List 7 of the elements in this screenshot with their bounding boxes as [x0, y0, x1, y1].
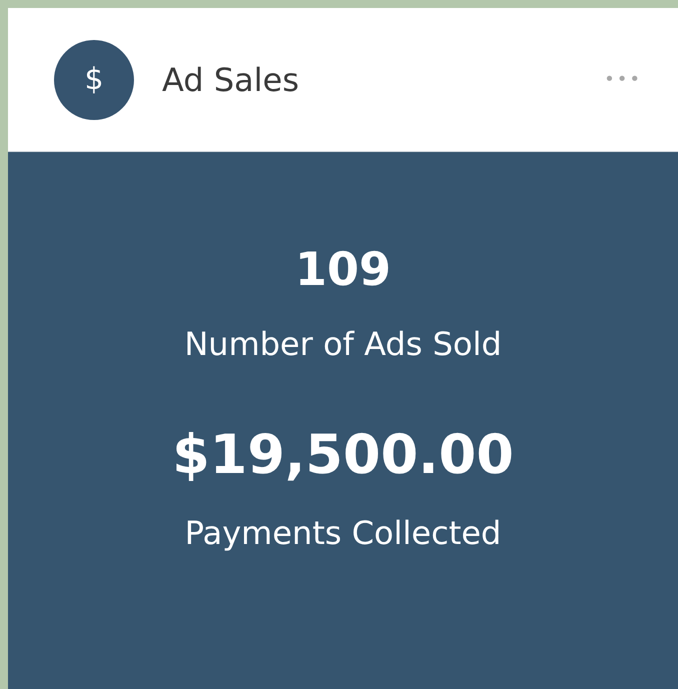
dollar-icon: $	[54, 40, 134, 120]
stat-value: 109	[294, 244, 392, 295]
stat-label: Payments Collected	[184, 514, 502, 552]
stat-label: Number of Ads Sold	[184, 324, 502, 363]
card-title: Ad Sales	[162, 60, 300, 98]
stat-value: $19,500.00	[172, 424, 514, 484]
more-menu-button[interactable]: •••	[600, 65, 646, 94]
